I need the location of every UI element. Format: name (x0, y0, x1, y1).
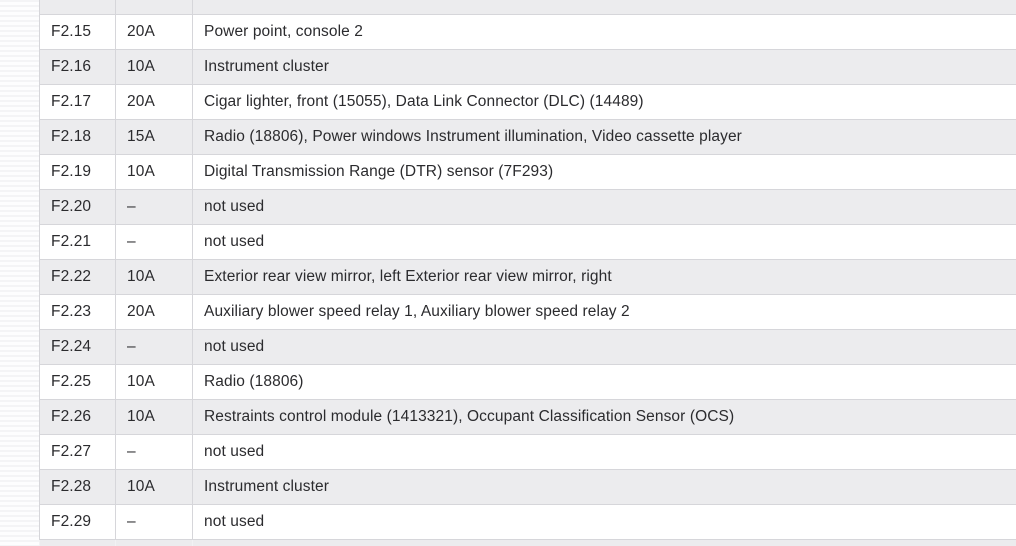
table-row: F2.24– not used (39, 329, 1016, 365)
fuse-id-cell: F2.16 (39, 49, 116, 85)
fuse-description-cell: Instrument cluster (192, 49, 1016, 85)
table-row (39, 0, 1016, 15)
fuse-id-cell: F2.24 (39, 329, 116, 365)
fuse-description-cell: Auxiliary blower speed relay 1, Auxiliar… (192, 294, 1016, 330)
fuse-id-cell (39, 539, 116, 546)
fuse-description-cell: not used (192, 224, 1016, 260)
fuse-id-cell: F2.19 (39, 154, 116, 190)
fuse-rating-cell: – (115, 189, 193, 225)
fuse-rating-cell: 20A (115, 84, 193, 120)
fuse-id-cell: F2.20 (39, 189, 116, 225)
fuse-description-cell (192, 539, 1016, 546)
fuse-id-cell: F2.17 (39, 84, 116, 120)
fuse-id-cell: F2.29 (39, 504, 116, 540)
table-row: F2.23 20A Auxiliary blower speed relay 1, … (39, 294, 1016, 330)
fuse-rating-cell (115, 0, 193, 15)
table-row (39, 539, 1016, 546)
fuse-description-cell: Radio (18806) (192, 364, 1016, 400)
fuse-id-cell: F2.25 (39, 364, 116, 400)
fuse-rating-cell: – (115, 504, 193, 540)
fuse-rating-cell: 20A (115, 294, 193, 330)
fuse-id-cell: F2.22 (39, 259, 116, 295)
fuse-rating-cell: – (115, 434, 193, 470)
table-row: F2.28 10A Instrument cluster (39, 469, 1016, 505)
fuse-description-cell: not used (192, 189, 1016, 225)
fuse-id-cell: F2.23 (39, 294, 116, 330)
fuse-table-scroll-region[interactable]: F2.15 20A Power point, console 2 F2.16 10A In… (39, 0, 1016, 546)
fuse-rating-cell: 10A (115, 154, 193, 190)
fuse-description-cell: not used (192, 504, 1016, 540)
fuse-description-cell: Exterior rear view mirror, left Exterior… (192, 259, 1016, 295)
table-row: F2.19 10A Digital Transmission Range (DTR)… (39, 154, 1016, 190)
fuse-description-cell: Cigar lighter, front (15055), Data Link … (192, 84, 1016, 120)
fuse-description-cell: Instrument cluster (192, 469, 1016, 505)
fuse-description-cell: Power point, console 2 (192, 14, 1016, 50)
fuse-id-cell: F2.26 (39, 399, 116, 435)
fuse-rating-cell: 15A (115, 119, 193, 155)
table-row: F2.15 20A Power point, console 2 (39, 14, 1016, 50)
fuse-id-cell: F2.21 (39, 224, 116, 260)
fuse-description-cell (192, 0, 1016, 15)
fuse-rating-cell: – (115, 329, 193, 365)
fuse-description-cell: Radio (18806), Power windows Instrument … (192, 119, 1016, 155)
fuse-table: F2.15 20A Power point, console 2 F2.16 10A In… (39, 0, 1016, 546)
table-row: F2.22 10A Exterior rear view mirror, left … (39, 259, 1016, 295)
fuse-rating-cell: 10A (115, 399, 193, 435)
table-row: F2.26 10A Restraints control module (14133… (39, 399, 1016, 435)
fuse-description-cell: not used (192, 434, 1016, 470)
page-root: F2.15 20A Power point, console 2 F2.16 10A In… (0, 0, 1016, 546)
fuse-rating-cell: 10A (115, 469, 193, 505)
fuse-rating-cell (115, 539, 193, 546)
fuse-rating-cell: – (115, 224, 193, 260)
fuse-description-cell: Digital Transmission Range (DTR) sensor … (192, 154, 1016, 190)
fuse-id-cell: F2.28 (39, 469, 116, 505)
table-row: F2.20– not used (39, 189, 1016, 225)
fuse-id-cell (39, 0, 116, 15)
table-row: F2.18 15A Radio (18806), Power windows Ins… (39, 119, 1016, 155)
fuse-id-cell: F2.18 (39, 119, 116, 155)
table-row: F2.25 10A Radio (18806) (39, 364, 1016, 400)
table-row: F2.17 20A Cigar lighter, front (15055), Da… (39, 84, 1016, 120)
page-left-margin (0, 0, 39, 546)
fuse-rating-cell: 10A (115, 364, 193, 400)
fuse-table-body: F2.15 20A Power point, console 2 F2.16 10A In… (39, 0, 1016, 546)
table-row: F2.27– not used (39, 434, 1016, 470)
fuse-id-cell: F2.27 (39, 434, 116, 470)
fuse-id-cell: F2.15 (39, 14, 116, 50)
fuse-description-cell: not used (192, 329, 1016, 365)
table-row: F2.29– not used (39, 504, 1016, 540)
fuse-description-cell: Restraints control module (1413321), Occ… (192, 399, 1016, 435)
table-row: F2.16 10A Instrument cluster (39, 49, 1016, 85)
table-row: F2.21– not used (39, 224, 1016, 260)
fuse-rating-cell: 10A (115, 49, 193, 85)
fuse-rating-cell: 10A (115, 259, 193, 295)
fuse-rating-cell: 20A (115, 14, 193, 50)
